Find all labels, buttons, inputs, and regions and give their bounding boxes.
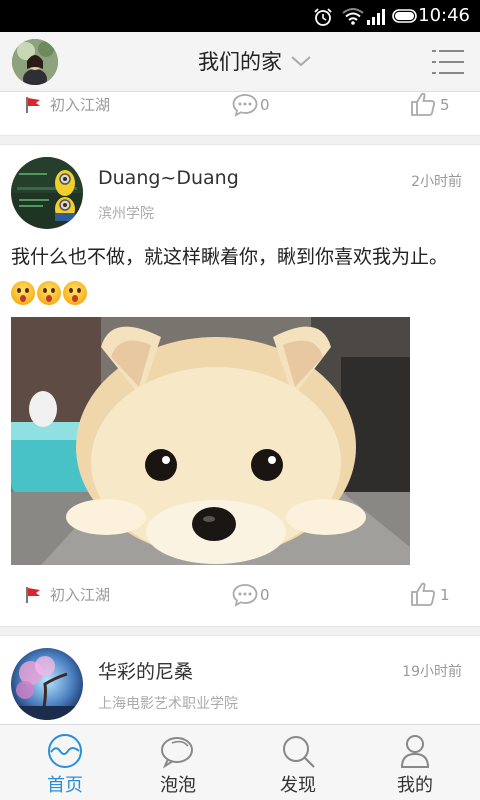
nav-label: 首页	[47, 775, 83, 796]
puppy-photo	[11, 317, 410, 565]
like-icon[interactable]	[410, 581, 436, 607]
post-time: 2小时前	[411, 174, 462, 190]
comment-count: 0	[260, 96, 270, 114]
post-text: 我什么也不做，就这样瞅着你，瞅到你喜欢我为止。	[11, 238, 471, 314]
nav-discover[interactable]: 发现	[238, 725, 358, 800]
post-time: 19小时前	[402, 664, 462, 680]
search-icon	[283, 736, 315, 768]
home-wave-icon	[48, 734, 82, 768]
avatar-image	[11, 157, 83, 229]
chevron-down-icon[interactable]	[290, 54, 312, 68]
comment-icon[interactable]	[232, 583, 258, 607]
nav-bubbles[interactable]: 泡泡	[118, 725, 238, 800]
post-action-bar: 初入江湖 0 5	[0, 93, 480, 137]
post-avatar[interactable]	[11, 157, 83, 229]
nav-mine[interactable]: 我的	[355, 725, 475, 800]
like-icon[interactable]	[410, 93, 436, 117]
post-divider	[0, 626, 480, 636]
like-count: 5	[440, 96, 450, 114]
emoji-row	[11, 281, 89, 306]
avatar-image	[11, 648, 83, 720]
surprised-emoji-icon	[11, 281, 35, 305]
post-avatar[interactable]	[11, 648, 83, 720]
post-photo[interactable]	[11, 317, 410, 565]
comment-icon[interactable]	[232, 93, 258, 117]
post-divider	[0, 135, 480, 145]
like-count: 1	[440, 586, 450, 604]
status-bar: 10:46	[0, 0, 480, 32]
wifi-icon	[342, 8, 364, 25]
chat-bubble-icon	[161, 737, 193, 769]
bottom-navigation: 首页 泡泡 发现 我的	[0, 724, 480, 800]
nav-home[interactable]: 首页	[5, 725, 125, 800]
flag-icon	[26, 587, 40, 603]
post-text-content: 我什么也不做，就这样瞅着你，瞅到你喜欢我为止。	[11, 246, 449, 268]
battery-icon	[392, 9, 417, 23]
nav-label: 泡泡	[160, 775, 196, 796]
post-author-name[interactable]: Duang~Duang	[98, 167, 239, 189]
surprised-emoji-icon	[63, 281, 87, 305]
feed-list[interactable]: 初入江湖 0 5 Duang~Duang 2小时前 滨州学院 我什么也不做，就这…	[0, 93, 480, 723]
post-school: 滨州学院	[98, 206, 154, 222]
comment-count: 0	[260, 586, 270, 604]
post-author-name[interactable]: 华彩的尼桑	[98, 657, 193, 684]
status-time: 10:46	[418, 5, 470, 26]
app-header: 我们的家	[0, 32, 480, 92]
nav-label: 我的	[397, 775, 433, 796]
post-school: 上海电影艺术职业学院	[98, 696, 238, 712]
page-title[interactable]: 我们的家	[0, 32, 480, 92]
post-tag[interactable]: 初入江湖	[50, 93, 110, 117]
nav-label: 发现	[280, 775, 316, 796]
flag-icon	[26, 97, 40, 113]
alarm-icon	[314, 8, 332, 26]
surprised-emoji-icon	[37, 281, 61, 305]
post-tag[interactable]: 初入江湖	[50, 583, 110, 607]
list-menu-icon[interactable]	[432, 48, 464, 76]
post-action-bar: 初入江湖 0 1	[0, 581, 480, 627]
person-icon	[400, 735, 430, 768]
signal-icon	[367, 9, 385, 25]
